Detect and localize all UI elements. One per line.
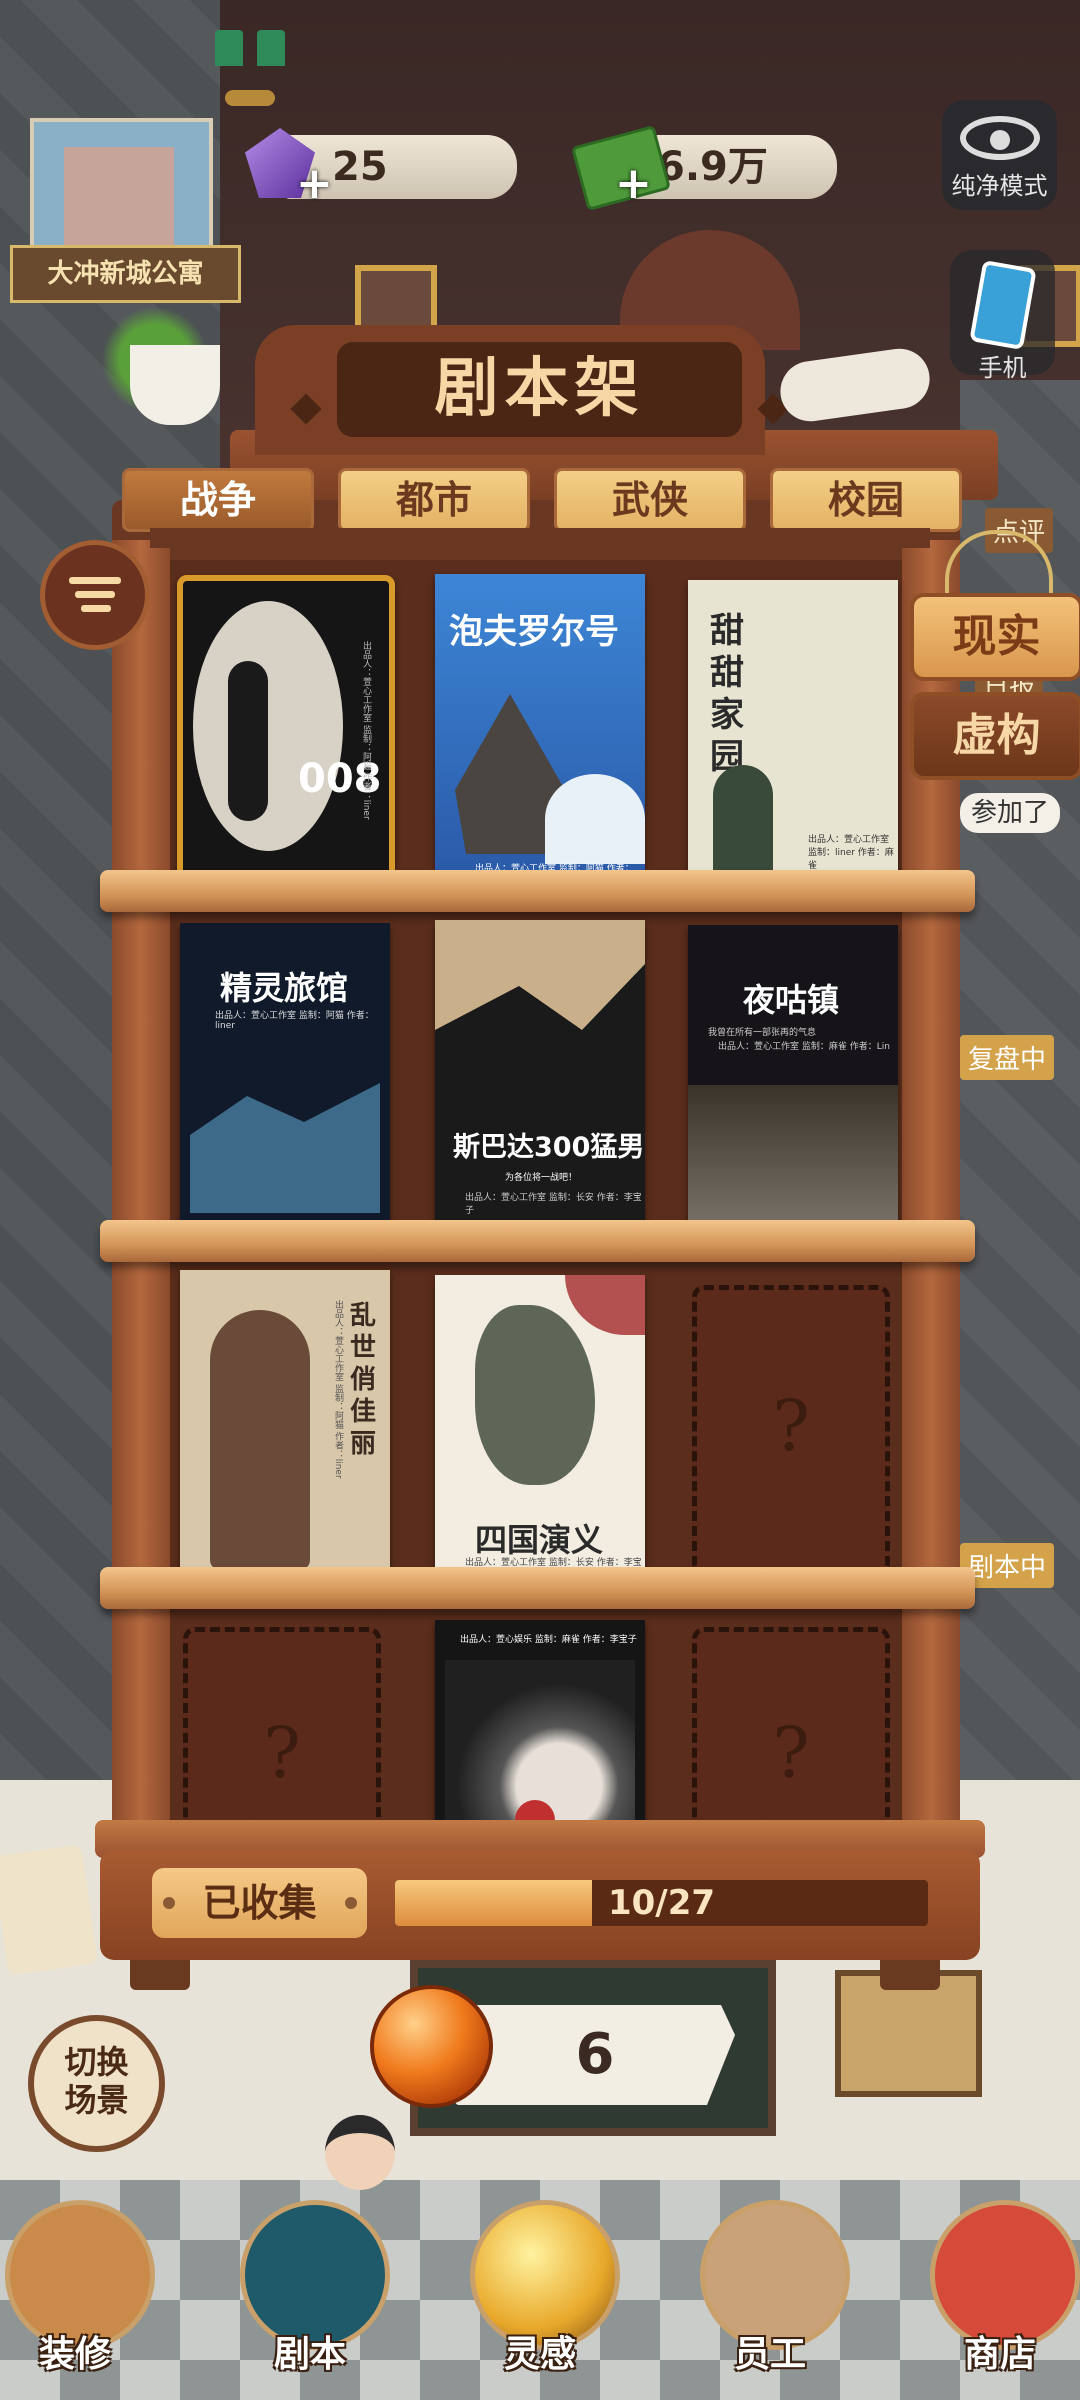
reality-filter-button[interactable]: 现实	[910, 593, 1080, 681]
bookshelf-side-left	[112, 540, 170, 1840]
book-title: 甜甜家园	[710, 611, 744, 777]
nav-inspiration-label: 灵感	[503, 2334, 576, 2375]
wave	[545, 774, 645, 864]
book-cover[interactable]: 夜咕镇 我曾在所有一部张再的气息 出品人：萱心工作室 监制：麻雀 作者：Lin	[688, 925, 898, 1230]
rivet-icon	[163, 1897, 175, 1909]
warriors-art	[475, 1305, 595, 1485]
street-art	[688, 1085, 898, 1230]
tab-war[interactable]: 战争	[122, 468, 314, 532]
nav-script-label: 剧本	[273, 2334, 346, 2375]
inspiration-count: 6	[455, 2005, 735, 2105]
tab-campus[interactable]: 校园	[770, 468, 962, 532]
nav-decorate-label: 装修	[38, 2334, 111, 2375]
person-silhouette	[713, 765, 773, 880]
rivet-icon	[345, 1897, 357, 1909]
collected-label: 已收集	[202, 1881, 317, 1925]
book-credits: 出品人：萱心工作室 监制：阿猫 作者：liner	[361, 641, 371, 820]
locked-book-slot: ?	[183, 1627, 381, 1842]
book-cover[interactable]: 甜甜家园 出品人：萱心工作室 监制：liner 作者：麻雀	[688, 580, 898, 885]
book-credits: 出品人：萱心工作室 监制：liner 作者：麻雀	[808, 835, 894, 871]
book-title: 乱世俏佳丽	[350, 1301, 377, 1459]
fiction-filter-button[interactable]: 虚构	[910, 692, 1080, 780]
inspiration-orb-icon[interactable]	[370, 1985, 493, 2108]
book-credits: 出品人：萱心工作室 监制：麻雀 作者：Lin	[718, 1042, 890, 1052]
shelf-plank	[100, 1220, 975, 1262]
filter-icon	[69, 577, 121, 584]
filter-button[interactable]	[40, 540, 150, 650]
blossom	[565, 1275, 645, 1335]
book-cover[interactable]: 精灵旅馆 出品人：萱心工作室 监制：阿猫 作者：liner	[180, 923, 390, 1228]
gems-value: 25	[332, 144, 388, 190]
nav-shop-label: 商店	[963, 2334, 1036, 2375]
book-cover[interactable]: 斯巴达300猛男 为各位将一战吧！ 出品人：萱心工作室 监制：长安 作者：李宝子	[435, 920, 645, 1225]
tab-rail	[150, 528, 930, 548]
tab-city[interactable]: 都市	[338, 468, 530, 532]
book-cover[interactable]: 乱世俏佳丽 出品人：萱心工作室 监制：阿猫 作者：liner	[180, 1270, 390, 1575]
joined-hint: 参加了	[960, 793, 1060, 833]
book-credits: 出品人：萱心娱乐 监制：麻雀 作者：李宝子	[460, 1635, 637, 1645]
switch-scene-label: 切换 场景	[64, 2043, 129, 2119]
book-cover[interactable]: 出品人：萱心娱乐 监制：麻雀 作者：李宝子	[435, 1620, 645, 1840]
collection-progress-text: 10/27	[607, 1883, 716, 1923]
tab-wuxia[interactable]: 武侠	[554, 468, 746, 532]
building-thumbnail[interactable]	[30, 118, 213, 251]
plant-pot	[130, 345, 220, 425]
couple-silhouette	[210, 1310, 310, 1570]
collected-button[interactable]: 已收集	[152, 1868, 367, 1938]
book-tagline: 为各位将一战吧！	[505, 1173, 578, 1183]
wall-lamp-icon	[215, 30, 285, 110]
book-credits: 出品人：萱心工作室 监制：阿猫 作者：liner	[215, 1011, 374, 1031]
add-money-icon[interactable]: +	[615, 158, 652, 209]
phone-icon	[968, 259, 1037, 351]
shelf-plank	[100, 870, 975, 912]
nav-inspiration[interactable]: 灵感	[465, 2190, 620, 2375]
book-cover[interactable]: 四国演义 出品人：萱心工作室 监制：长安 作者：李宝子	[435, 1275, 645, 1580]
add-gems-icon[interactable]: +	[296, 158, 333, 209]
book-title: 精灵旅馆	[220, 969, 349, 1007]
question-mark-icon: ?	[263, 1712, 301, 1794]
silhouette	[228, 661, 268, 821]
book-cover[interactable]: 泡夫罗尔号 出品人：萱心工作室 监制：阿猫 作者：liner	[435, 574, 645, 879]
locked-book-slot: ?	[692, 1285, 890, 1575]
nav-staff[interactable]: 员工	[695, 2190, 850, 2375]
phone-label: 手机	[978, 354, 1027, 382]
switch-scene-button[interactable]: 切换 场景	[28, 2015, 165, 2152]
book-title: 斯巴达300猛男	[453, 1132, 645, 1163]
question-mark-icon: ?	[772, 1712, 810, 1794]
character-avatar[interactable]	[325, 2115, 395, 2190]
cover-art	[190, 1083, 380, 1213]
shelf-plank	[100, 1567, 975, 1609]
bookshelf-title: 剧本架	[337, 342, 742, 437]
nav-staff-label: 员工	[733, 2334, 806, 2375]
book-credits: 出品人：萱心工作室 监制：阿猫 作者：liner	[333, 1300, 343, 1479]
book-tagline: 我曾在所有一部张再的气息	[708, 1028, 817, 1038]
pure-mode-label: 纯净模式	[951, 172, 1048, 200]
location-label[interactable]: 大冲新城公寓	[10, 245, 241, 303]
book-title: 泡夫罗尔号	[449, 612, 619, 652]
book-title: 夜咕镇	[743, 981, 840, 1019]
locked-book-slot: ?	[692, 1627, 890, 1842]
nav-shop[interactable]: 商店	[925, 2190, 1080, 2375]
nav-script[interactable]: 剧本	[235, 2190, 390, 2375]
question-mark-icon: ?	[772, 1385, 810, 1467]
book-cover[interactable]: 008 出品人：萱心工作室 监制：阿猫 作者：liner	[177, 575, 395, 882]
book-credits: 出品人：萱心工作室 监制：长安 作者：李宝子	[465, 1193, 642, 1216]
replay-status[interactable]: 复盘中	[960, 1035, 1055, 1080]
money-value: 6.9万	[657, 144, 768, 190]
pure-mode-button[interactable]: 纯净模式	[942, 100, 1057, 210]
shelf-foot	[880, 1960, 940, 1990]
phone-button[interactable]: 手机	[950, 250, 1055, 382]
shelf-foot	[130, 1960, 190, 1990]
notice-scroll[interactable]	[0, 1844, 98, 1976]
eye-icon	[959, 116, 1040, 160]
cover-art	[435, 920, 645, 1030]
nav-decorate[interactable]: 装修	[0, 2190, 155, 2375]
